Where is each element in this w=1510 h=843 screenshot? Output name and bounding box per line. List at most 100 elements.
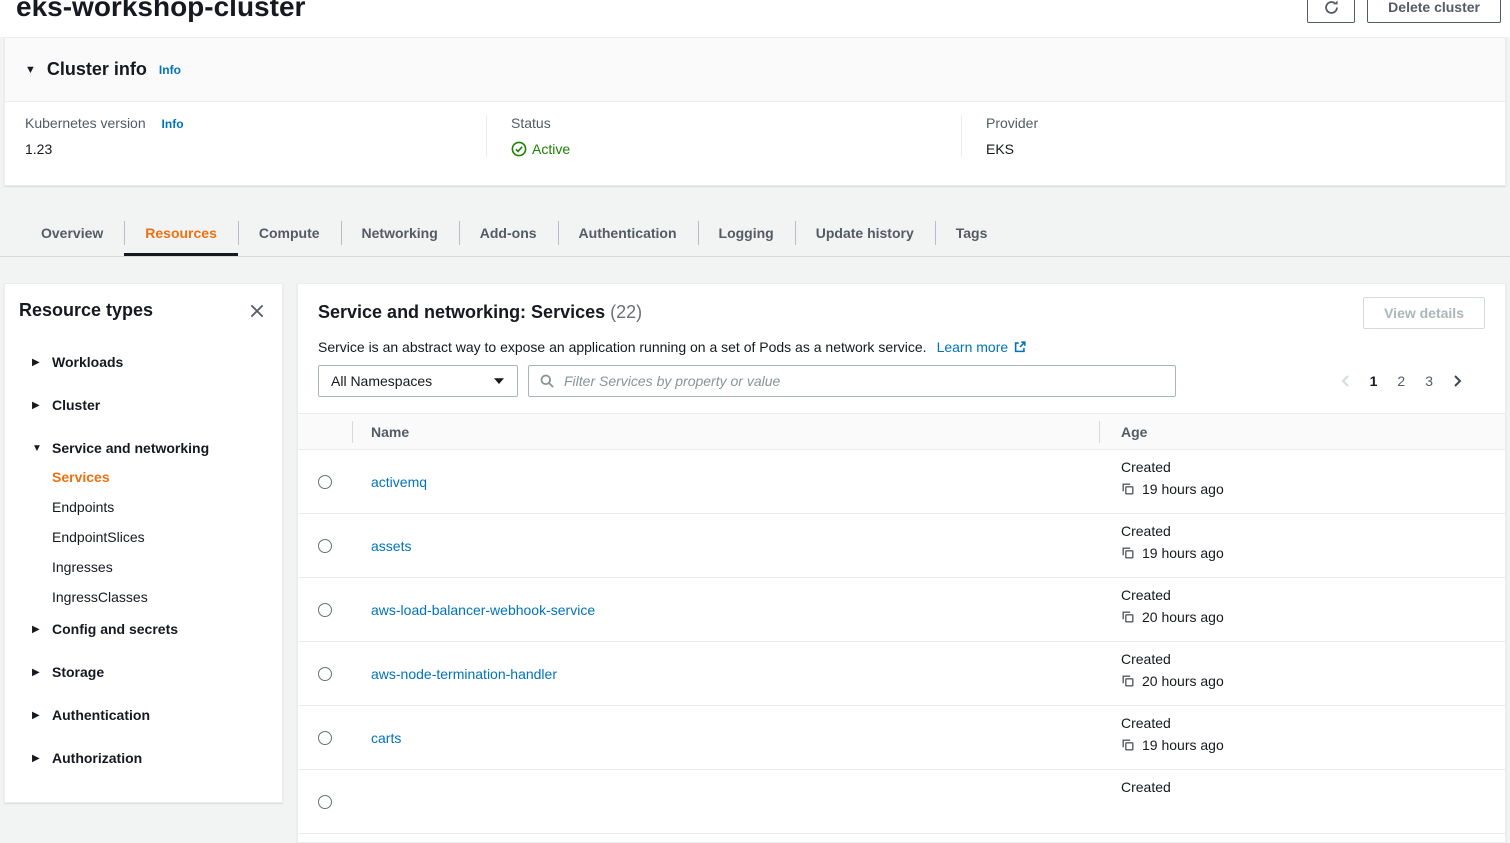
table-row: aws-node-termination-handler Created 20 … — [298, 642, 1505, 706]
page-3[interactable]: 3 — [1415, 373, 1443, 389]
sidebar-item-services[interactable]: Services — [52, 469, 282, 489]
page-2[interactable]: 2 — [1387, 373, 1415, 389]
sidebar-group-label: Config and secrets — [52, 621, 178, 637]
sidebar-item-ingressclasses[interactable]: IngressClasses — [52, 589, 282, 609]
table-row: carts Created 19 hours ago — [298, 706, 1505, 770]
age-cell: Created 20 hours ago — [1099, 578, 1505, 641]
filter-row: All Namespaces 1 2 — [318, 365, 1485, 397]
age-cell: Created 19 hours ago — [1099, 514, 1505, 577]
cluster-info-info-link[interactable]: Info — [159, 63, 181, 77]
table-row: Created — [298, 770, 1505, 834]
check-circle-icon — [511, 141, 527, 157]
kubernetes-version-info-link[interactable]: Info — [162, 117, 184, 131]
sidebar-group-config-and-secrets[interactable]: ▶ Config and secrets — [32, 619, 282, 639]
copy-icon[interactable] — [1121, 610, 1135, 624]
created-label: Created — [1121, 587, 1505, 603]
sidebar-item-ingresses[interactable]: Ingresses — [52, 559, 282, 579]
chevron-right-icon: ▶ — [32, 667, 43, 678]
resource-types-title: Resource types — [19, 300, 153, 321]
copy-icon[interactable] — [1121, 482, 1135, 496]
tab-resources[interactable]: Resources — [124, 210, 238, 256]
chevron-right-icon[interactable] — [1443, 373, 1471, 389]
pagination: 1 2 3 — [1332, 373, 1471, 389]
table-row: aws-load-balancer-webhook-service Create… — [298, 578, 1505, 642]
tab-compute[interactable]: Compute — [238, 210, 341, 256]
sidebar-group-label: Cluster — [52, 397, 100, 413]
tab-bar: Overview Resources Compute Networking Ad… — [0, 210, 1510, 257]
row-radio[interactable] — [318, 475, 332, 489]
learn-more-link[interactable]: Learn more — [937, 339, 1028, 355]
sidebar-group-authentication[interactable]: ▶ Authentication — [32, 705, 282, 725]
name-column-header[interactable]: Name — [352, 424, 1099, 440]
sidebar-group-authorization[interactable]: ▶ Authorization — [32, 748, 282, 768]
chevron-right-icon: ▶ — [32, 624, 43, 635]
service-link[interactable]: activemq — [371, 474, 427, 490]
row-radio[interactable] — [318, 667, 332, 681]
tab-networking[interactable]: Networking — [341, 210, 459, 256]
resource-types-panel: Resource types ▶ Workloads ▶ Cluster ▼ S… — [4, 283, 283, 803]
chevron-right-icon: ▶ — [32, 357, 43, 368]
sidebar-group-label: Workloads — [52, 354, 123, 370]
tab-overview[interactable]: Overview — [20, 210, 124, 256]
services-panel-head: Service and networking: Services (22) Vi… — [298, 284, 1505, 397]
refresh-button[interactable] — [1307, 0, 1355, 23]
sidebar-group-cluster[interactable]: ▶ Cluster — [32, 395, 282, 415]
row-radio[interactable] — [318, 795, 332, 809]
tab-update-history[interactable]: Update history — [795, 210, 935, 256]
resource-types-tree: ▶ Workloads ▶ Cluster ▼ Service and netw… — [5, 352, 282, 768]
sidebar-item-endpointslices[interactable]: EndpointSlices — [52, 529, 282, 549]
namespace-select[interactable]: All Namespaces — [318, 365, 518, 397]
refresh-icon — [1323, 0, 1340, 16]
sidebar-item-endpoints[interactable]: Endpoints — [52, 499, 282, 519]
created-label: Created — [1121, 715, 1505, 731]
search-input[interactable] — [562, 372, 1165, 390]
tab-tags[interactable]: Tags — [935, 210, 1009, 256]
copy-icon[interactable] — [1121, 674, 1135, 688]
row-radio[interactable] — [318, 603, 332, 617]
sidebar-group-storage[interactable]: ▶ Storage — [32, 662, 282, 682]
view-details-button[interactable]: View details — [1363, 297, 1485, 329]
search-box — [528, 365, 1176, 397]
service-link[interactable]: aws-node-termination-handler — [371, 666, 557, 682]
copy-icon[interactable] — [1121, 738, 1135, 752]
provider-field: Provider EKS — [961, 115, 1505, 157]
service-link[interactable]: assets — [371, 538, 411, 554]
tab-add-ons[interactable]: Add-ons — [459, 210, 558, 256]
services-title-text: Service and networking: Services — [318, 302, 605, 322]
status-field: Status Active — [486, 115, 961, 157]
caret-down-icon — [493, 377, 505, 385]
status-value: Active — [511, 141, 961, 157]
external-link-icon — [1013, 340, 1027, 354]
chevron-right-icon: ▶ — [32, 753, 43, 764]
table-row: assets Created 19 hours ago — [298, 514, 1505, 578]
created-label: Created — [1121, 459, 1505, 475]
age-column-header[interactable]: Age — [1099, 424, 1505, 440]
learn-more-text: Learn more — [937, 339, 1009, 355]
kubernetes-version-field: Kubernetes version Info 1.23 — [5, 115, 486, 157]
created-label: Created — [1121, 523, 1505, 539]
provider-value: EKS — [986, 141, 1505, 157]
table-row: activemq Created 19 hours ago — [298, 450, 1505, 514]
page-1[interactable]: 1 — [1360, 373, 1388, 389]
kubernetes-version-value: 1.23 — [25, 141, 486, 157]
age-value: 19 hours ago — [1142, 545, 1224, 561]
copy-icon[interactable] — [1121, 546, 1135, 560]
cluster-info-header[interactable]: ▼ Cluster info Info — [5, 38, 1505, 102]
tab-authentication[interactable]: Authentication — [558, 210, 698, 256]
chevron-down-icon: ▼ — [25, 64, 36, 76]
services-description: Service is an abstract way to expose an … — [318, 339, 927, 355]
row-radio[interactable] — [318, 731, 332, 745]
age-cell: Created 20 hours ago — [1099, 642, 1505, 705]
service-link[interactable]: aws-load-balancer-webhook-service — [371, 602, 595, 618]
service-link[interactable]: carts — [371, 730, 401, 746]
row-radio[interactable] — [318, 539, 332, 553]
delete-cluster-button[interactable]: Delete cluster — [1367, 0, 1501, 23]
tab-logging[interactable]: Logging — [698, 210, 795, 256]
header-actions: Delete cluster — [1307, 0, 1501, 23]
cluster-info-panel: ▼ Cluster info Info Kubernetes version I… — [4, 37, 1506, 186]
chevron-left-icon[interactable] — [1332, 373, 1360, 389]
close-icon[interactable] — [248, 302, 266, 320]
sidebar-group-workloads[interactable]: ▶ Workloads — [32, 352, 282, 372]
sidebar-group-service-and-networking[interactable]: ▼ Service and networking — [32, 438, 282, 458]
chevron-right-icon: ▶ — [32, 400, 43, 411]
